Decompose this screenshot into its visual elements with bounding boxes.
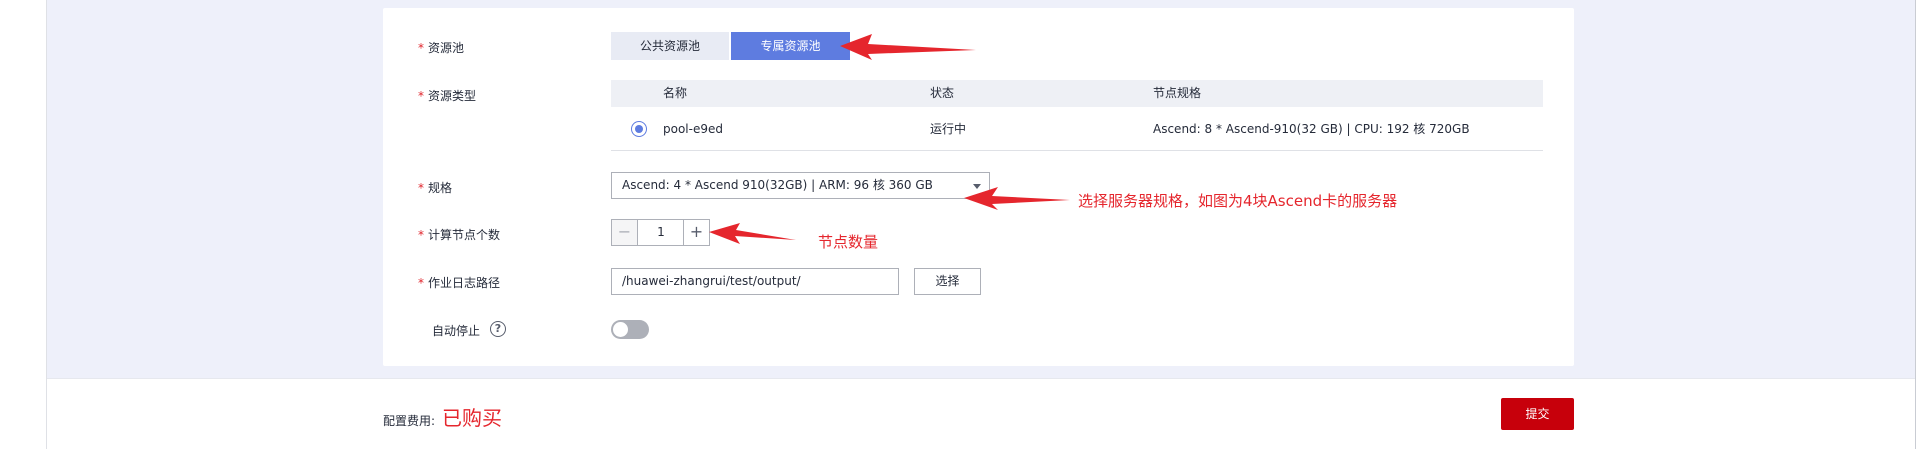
table-row[interactable]: pool-e9ed 运行中 Ascend: 8 * Ascend-910(32 … bbox=[611, 107, 1543, 151]
auto-stop-label: 自动停止 bbox=[432, 324, 481, 338]
required-mark: * bbox=[418, 181, 424, 195]
node-count-stepper[interactable]: − 1 + bbox=[611, 219, 710, 246]
chevron-down-icon bbox=[973, 184, 981, 189]
help-icon[interactable]: ? bbox=[490, 321, 506, 337]
scrollbar-track[interactable] bbox=[1915, 0, 1916, 449]
node-count-value[interactable]: 1 bbox=[639, 220, 683, 245]
plus-icon[interactable]: + bbox=[683, 220, 709, 245]
pool-name: pool-e9ed bbox=[663, 122, 723, 136]
choose-path-button[interactable]: 选择 bbox=[914, 268, 981, 295]
column-header-name: 名称 bbox=[663, 86, 688, 100]
spec-select[interactable]: Ascend: 4 * Ascend 910(32GB) | ARM: 96 核… bbox=[611, 172, 990, 199]
required-mark: * bbox=[418, 89, 424, 103]
spec-select-value: Ascend: 4 * Ascend 910(32GB) | ARM: 96 核… bbox=[622, 178, 933, 192]
public-pool-tab[interactable]: 公共资源池 bbox=[611, 32, 729, 60]
footer-divider bbox=[47, 378, 1915, 379]
required-mark: * bbox=[418, 228, 424, 242]
log-path-label: * 作业日志路径 bbox=[418, 276, 501, 290]
count-annotation: 节点数量 bbox=[818, 233, 879, 251]
minus-icon[interactable]: − bbox=[612, 220, 638, 245]
auto-stop-toggle[interactable] bbox=[611, 320, 649, 339]
pool-spec: Ascend: 8 * Ascend-910(32 GB) | CPU: 192… bbox=[1153, 122, 1470, 136]
left-border bbox=[46, 0, 47, 449]
resource-type-label: * 资源类型 bbox=[418, 89, 477, 103]
spec-annotation: 选择服务器规格，如图为4块Ascend卡的服务器 bbox=[1078, 192, 1398, 210]
pool-status: 运行中 bbox=[930, 122, 967, 136]
resource-type-table: 名称 状态 节点规格 pool-e9ed 运行中 Ascend: 8 * Asc… bbox=[611, 80, 1543, 151]
node-count-label: * 计算节点个数 bbox=[418, 228, 501, 242]
log-path-input[interactable]: /huawei-zhangrui/test/output/ bbox=[611, 268, 899, 295]
required-mark: * bbox=[418, 41, 424, 55]
column-header-status: 状态 bbox=[930, 86, 955, 100]
cost-value: 已购买 bbox=[442, 406, 502, 430]
cost-label: 配置费用: bbox=[383, 414, 436, 428]
resource-pool-label: * 资源池 bbox=[418, 41, 465, 55]
required-mark: * bbox=[418, 276, 424, 290]
submit-button[interactable]: 提交 bbox=[1501, 398, 1574, 430]
table-header: 名称 状态 节点规格 bbox=[611, 80, 1543, 107]
spec-label: * 规格 bbox=[418, 181, 453, 195]
row-radio[interactable] bbox=[631, 121, 647, 137]
column-header-spec: 节点规格 bbox=[1153, 86, 1202, 100]
dedicated-pool-tab[interactable]: 专属资源池 bbox=[731, 32, 850, 60]
